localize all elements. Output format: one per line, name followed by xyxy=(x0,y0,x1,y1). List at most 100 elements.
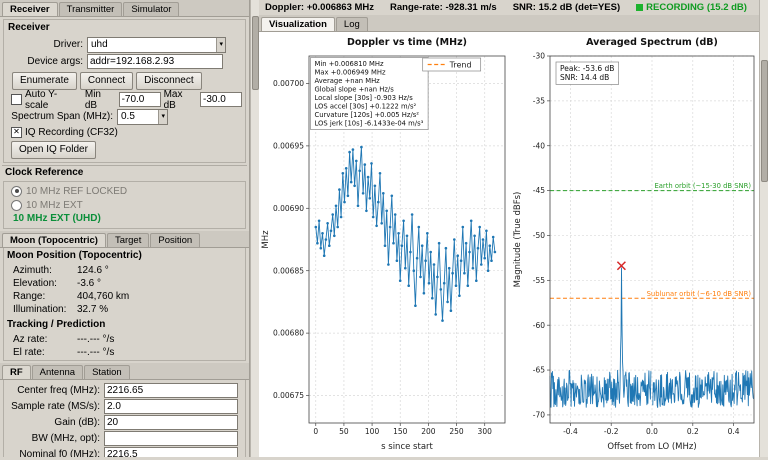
receiver-group-title: Receiver xyxy=(8,22,242,34)
device-args-input[interactable] xyxy=(87,54,223,69)
driver-value: uhd xyxy=(91,39,108,50)
visualization-canvas: 0501001502002503000.006750.006800.006850… xyxy=(259,32,759,457)
tracking-row-el: El rate:---.--- °/s xyxy=(6,346,243,359)
spectrum-span-combobox[interactable]: 0.5 ▾ xyxy=(117,109,168,125)
svg-text:-50: -50 xyxy=(533,231,545,240)
svg-text:0.00695: 0.00695 xyxy=(273,141,304,150)
svg-text:0.00675: 0.00675 xyxy=(273,391,304,400)
chevron-down-icon[interactable]: ▾ xyxy=(158,110,167,124)
svg-text:LOS accel [30s] +0.1222 m/s²: LOS accel [30s] +0.1222 m/s² xyxy=(315,102,417,110)
enumerate-button[interactable]: Enumerate xyxy=(12,72,77,90)
auto-yscale-label: Auto Y-scale xyxy=(25,89,80,111)
svg-text:-70: -70 xyxy=(533,411,545,420)
connect-button[interactable]: Connect xyxy=(80,72,133,90)
svg-text:-60: -60 xyxy=(533,321,545,330)
tab-receiver[interactable]: Receiver xyxy=(2,2,58,16)
clock-ref-locked-radio[interactable] xyxy=(11,186,22,197)
app-window: Receiver Transmitter Simulator Receiver … xyxy=(0,0,768,457)
status-bar: Doppler: +0.006863 MHz Range-rate: -928.… xyxy=(259,0,759,15)
svg-text:Local slope [30s] -0.903 Hz/s: Local slope [30s] -0.903 Hz/s xyxy=(315,94,414,102)
moon-row-range: Range:404,760 km xyxy=(6,290,243,303)
view-tabs: Visualization Log xyxy=(259,15,759,32)
clock-ref-locked-label: 10 MHz REF LOCKED xyxy=(26,186,127,197)
clock-status-text: 10 MHz EXT (UHD) xyxy=(7,212,242,226)
chevron-down-icon[interactable]: ▾ xyxy=(216,38,225,52)
min-db-label: Min dB xyxy=(85,89,116,111)
recording-square-icon xyxy=(636,4,643,11)
svg-text:200: 200 xyxy=(421,427,436,436)
y-axis-label: MHz xyxy=(261,230,271,249)
gain-input[interactable] xyxy=(104,415,238,430)
main-area: Doppler: +0.006863 MHz Range-rate: -928.… xyxy=(259,0,759,457)
sample-rate-input[interactable] xyxy=(104,399,238,414)
svg-text:0.0: 0.0 xyxy=(646,427,658,436)
tab-rf[interactable]: RF xyxy=(2,365,31,379)
driver-combobox[interactable]: uhd ▾ xyxy=(87,37,226,53)
center-freq-input[interactable] xyxy=(104,383,238,398)
tab-station[interactable]: Station xyxy=(84,365,130,379)
min-db-input[interactable] xyxy=(119,92,161,107)
tracking-row-az: Az rate:---.--- °/s xyxy=(6,333,243,346)
driver-label: Driver: xyxy=(7,39,83,50)
nominal-f0-input[interactable] xyxy=(104,447,238,458)
sample-rate-label: Sample rate (MS/s): xyxy=(6,401,100,412)
target-tabs: Moon (Topocentric) Target Position xyxy=(0,231,249,248)
legend-label: Trend xyxy=(449,61,472,70)
center-freq-label: Center freq (MHz): xyxy=(6,385,100,396)
tracking-title: Tracking / Prediction xyxy=(7,319,243,331)
tab-transmitter[interactable]: Transmitter xyxy=(59,2,123,16)
spectrum-span-label: Spectrum Span (MHz): xyxy=(7,111,113,122)
threshold-label: Earth orbit (~15-30 dB SNR) xyxy=(654,182,751,190)
moon-row-illumination: Illumination:32.7 % xyxy=(6,303,243,316)
tab-visualization[interactable]: Visualization xyxy=(261,17,335,31)
tab-simulator[interactable]: Simulator xyxy=(123,2,179,16)
tab-log[interactable]: Log xyxy=(336,17,368,31)
right-scrollbar[interactable] xyxy=(759,0,768,457)
device-args-label: Device args: xyxy=(7,56,83,67)
tab-moon-topocentric[interactable]: Moon (Topocentric) xyxy=(2,233,106,247)
control-panel: Receiver Transmitter Simulator Receiver … xyxy=(0,0,250,457)
svg-text:Max +0.006949 MHz: Max +0.006949 MHz xyxy=(315,68,386,76)
tab-position[interactable]: Position xyxy=(150,233,200,247)
svg-text:Peak: -53.6 dB: Peak: -53.6 dB xyxy=(560,64,614,73)
gain-label: Gain (dB): xyxy=(6,417,100,428)
iq-recording-checkbox[interactable]: ✕ xyxy=(11,127,22,138)
clock-reference-group: 10 MHz REF LOCKED 10 MHz EXT 10 MHz EXT … xyxy=(3,181,246,229)
svg-text:0.00685: 0.00685 xyxy=(273,266,304,275)
clock-ext-radio[interactable] xyxy=(11,200,22,211)
snr-readout: SNR: 15.2 dB (det=YES) xyxy=(513,2,620,13)
chart-spectrum-svg: Earth orbit (~15-30 dB SNR) Sublunar orbi… xyxy=(510,32,761,457)
auto-yscale-checkbox[interactable] xyxy=(11,94,22,105)
svg-text:300: 300 xyxy=(478,427,493,436)
svg-text:250: 250 xyxy=(449,427,464,436)
disconnect-button[interactable]: Disconnect xyxy=(136,72,201,90)
left-scrollbar[interactable] xyxy=(250,0,259,457)
tab-antenna[interactable]: Antenna xyxy=(32,365,83,379)
range-rate-readout: Range-rate: -928.31 m/s xyxy=(390,2,497,13)
threshold-label: Sublunar orbit (~6-10 dB SNR) xyxy=(647,290,752,298)
right-scrollbar-thumb[interactable] xyxy=(761,60,768,182)
svg-text:-45: -45 xyxy=(533,186,545,195)
doppler-readout: Doppler: +0.006863 MHz xyxy=(265,2,374,13)
doppler-chart: 0501001502002503000.006750.006800.006850… xyxy=(259,32,510,457)
open-iq-folder-button[interactable]: Open IQ Folder xyxy=(11,141,96,159)
svg-text:0.4: 0.4 xyxy=(728,427,740,436)
max-db-label: Max dB xyxy=(164,89,197,111)
moon-row-azimuth: Azimuth:124.6 ° xyxy=(6,264,243,277)
spectrum-chart: Earth orbit (~15-30 dB SNR) Sublunar orbi… xyxy=(510,32,761,457)
receiver-group: Receiver Driver: uhd ▾ Device args: Enum… xyxy=(3,19,246,163)
bw-input[interactable] xyxy=(104,431,238,446)
svg-text:-35: -35 xyxy=(533,96,545,105)
svg-text:SNR: 14.4 dB: SNR: 14.4 dB xyxy=(560,73,609,82)
svg-text:Average +nan MHz: Average +nan MHz xyxy=(315,77,381,85)
svg-text:0.00680: 0.00680 xyxy=(273,329,304,338)
divider xyxy=(2,165,247,166)
left-scrollbar-thumb[interactable] xyxy=(252,16,259,90)
svg-text:Curvature [120s] +0.005 Hz/s²: Curvature [120s] +0.005 Hz/s² xyxy=(315,111,420,119)
max-db-input[interactable] xyxy=(200,92,242,107)
chart-doppler-svg: 0501001502002503000.006750.006800.006850… xyxy=(259,32,510,457)
tab-target[interactable]: Target xyxy=(107,233,149,247)
svg-text:Global slope +nan Hz/s: Global slope +nan Hz/s xyxy=(315,85,395,93)
svg-text:LOS jerk [10s] -6.1433e-04 m/s: LOS jerk [10s] -6.1433e-04 m/s³ xyxy=(315,119,424,127)
svg-text:-30: -30 xyxy=(533,52,545,61)
